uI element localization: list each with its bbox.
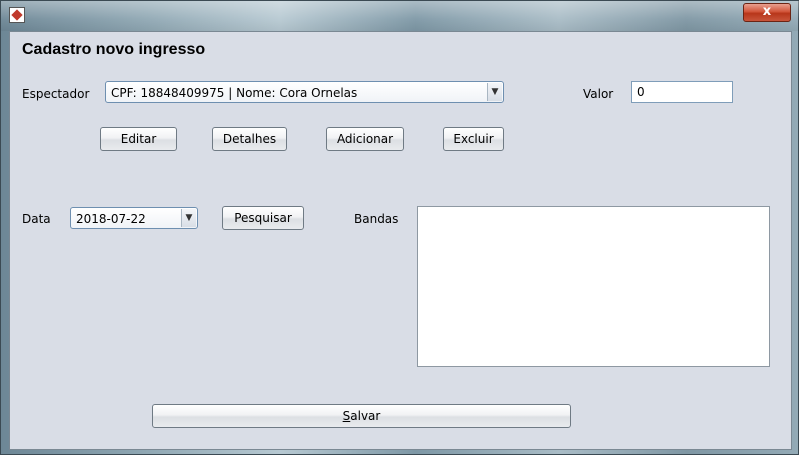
title-bar[interactable]: x xyxy=(1,1,799,31)
valor-input[interactable]: 0 xyxy=(631,81,733,103)
excluir-button[interactable]: Excluir xyxy=(443,127,504,151)
adicionar-button[interactable]: Adicionar xyxy=(326,127,404,151)
salvar-label: alvar xyxy=(350,409,381,423)
app-icon[interactable] xyxy=(9,7,25,23)
chevron-down-icon[interactable]: ▼ xyxy=(487,83,502,101)
form-panel: Cadastro novo ingresso Espectador CPF: 1… xyxy=(9,31,792,450)
espectador-label: Espectador xyxy=(22,87,90,101)
detalhes-button[interactable]: Detalhes xyxy=(212,127,287,151)
data-selected-value: 2018-07-22 xyxy=(76,212,146,226)
data-select[interactable]: 2018-07-22 ▼ xyxy=(70,207,198,229)
bandas-list[interactable] xyxy=(417,206,770,367)
salvar-button[interactable]: Salvar xyxy=(152,404,571,428)
pesquisar-button[interactable]: Pesquisar xyxy=(222,206,304,230)
close-button[interactable]: x xyxy=(743,3,791,22)
espectador-select[interactable]: CPF: 18848409975 | Nome: Cora Ornelas ▼ xyxy=(105,81,504,103)
chevron-down-icon[interactable]: ▼ xyxy=(181,209,196,227)
page-title: Cadastro novo ingresso xyxy=(22,41,206,58)
espectador-selected-value: CPF: 18848409975 | Nome: Cora Ornelas xyxy=(111,86,358,100)
data-label: Data xyxy=(22,212,51,226)
editar-button[interactable]: Editar xyxy=(100,127,177,151)
bandas-label: Bandas xyxy=(354,212,399,226)
valor-label: Valor xyxy=(583,87,614,101)
window-frame: x Cadastro novo ingresso Espectador CPF:… xyxy=(0,0,799,455)
